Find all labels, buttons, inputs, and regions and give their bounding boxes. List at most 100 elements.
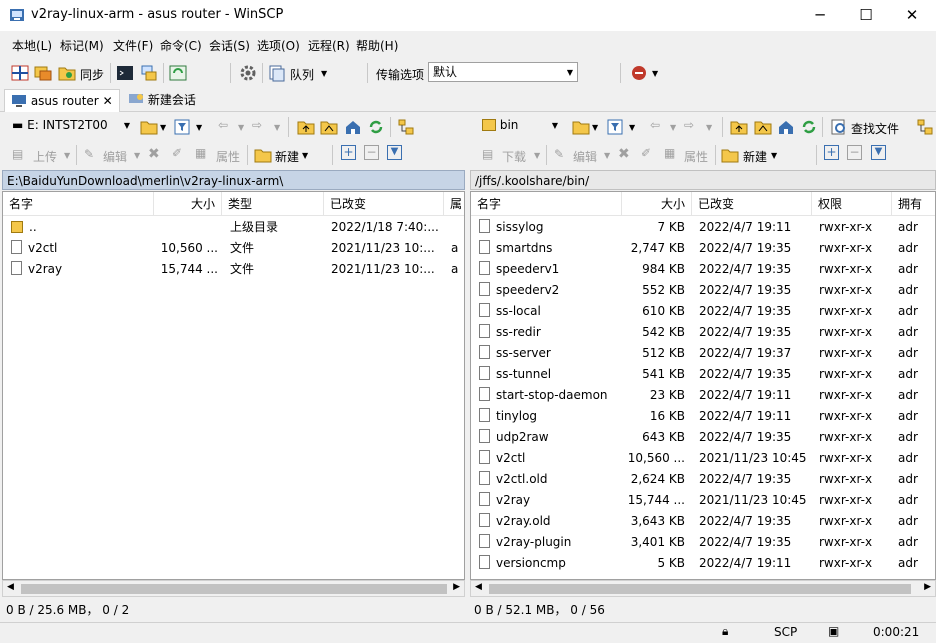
table-row[interactable]: v2ray 15,744 ... 文件 2021/11/23 10:... a	[3, 259, 464, 280]
maximize-button[interactable]: ☐	[843, 0, 889, 31]
sync-folder-icon[interactable]	[57, 63, 77, 83]
chevron-down-icon[interactable]: ▼	[652, 69, 658, 78]
menu-mark[interactable]: 标记(M)	[60, 37, 104, 54]
chevron-down-icon[interactable]: ▼	[238, 123, 244, 132]
unselect-all-icon[interactable]: −	[847, 145, 862, 160]
menu-commands[interactable]: 命令(C)	[160, 37, 202, 54]
sync-label[interactable]: 同步	[80, 66, 104, 83]
home-icon[interactable]	[343, 117, 363, 137]
table-row[interactable]: tinylog 16 KB 2022/4/7 19:11 rwxr-xr-x adr	[471, 406, 935, 427]
col-type[interactable]: 类型	[222, 192, 324, 216]
chevron-down-icon[interactable]: ▼	[604, 151, 610, 160]
close-tab-icon[interactable]: ✕	[103, 94, 113, 108]
root-dir-icon[interactable]	[319, 117, 339, 137]
col-owner[interactable]: 拥有	[892, 192, 935, 216]
filter-icon[interactable]	[605, 117, 625, 137]
table-row[interactable]: v2ctl.old 2,624 KB 2022/4/7 19:35 rwxr-xr-x…	[471, 469, 935, 490]
new-button[interactable]: 新建	[743, 148, 767, 165]
sync-browse-icon[interactable]	[33, 63, 53, 83]
remote-dir-select[interactable]: bin ▼	[478, 116, 562, 136]
compare-dirs-icon[interactable]	[10, 63, 30, 83]
chevron-down-icon[interactable]: ▼	[670, 123, 676, 132]
bookmark-tree-icon[interactable]	[915, 117, 935, 137]
table-row[interactable]: ss-local 610 KB 2022/4/7 19:35 rwxr-xr-x adr	[471, 301, 935, 322]
root-dir-icon[interactable]	[753, 117, 773, 137]
edit-button[interactable]: 编辑	[573, 148, 597, 165]
remote-path-bar[interactable]: /jffs/.koolshare/bin/	[470, 170, 936, 190]
chevron-down-icon[interactable]: ▼	[771, 151, 777, 160]
col-size[interactable]: 大小	[622, 192, 692, 216]
bookmark-tree-icon[interactable]	[396, 117, 416, 137]
open-folder-icon[interactable]	[139, 117, 159, 137]
disconnect-icon[interactable]	[629, 63, 649, 83]
chevron-down-icon[interactable]: ▼	[64, 151, 70, 160]
scrollbar-thumb[interactable]	[21, 584, 447, 594]
table-row[interactable]: versioncmp 5 KB 2022/4/7 19:11 rwxr-xr-x adr	[471, 553, 935, 574]
table-row[interactable]: ss-redir 542 KB 2022/4/7 19:35 rwxr-xr-x adr	[471, 322, 935, 343]
table-row[interactable]: v2ray 15,744 ... 2021/11/23 10:45 rwxr-xr-x…	[471, 490, 935, 511]
refresh-icon[interactable]	[799, 117, 819, 137]
scroll-left-icon[interactable]: ◀	[475, 582, 482, 592]
table-row[interactable]: udp2raw 643 KB 2022/4/7 19:35 rwxr-xr-x adr	[471, 427, 935, 448]
chevron-down-icon[interactable]: ▼	[592, 123, 598, 132]
back-icon[interactable]: ⇦	[218, 118, 228, 132]
remote-file-list[interactable]: 名字 大小 已改变 权限 拥有 sissylog 7 KB 2022/4/7 19:…	[470, 191, 936, 580]
chevron-down-icon[interactable]: ▼	[706, 123, 712, 132]
chevron-down-icon[interactable]: ▼	[160, 123, 166, 132]
filter-icon[interactable]	[172, 117, 192, 137]
new-button[interactable]: 新建	[275, 148, 299, 165]
properties-button[interactable]: 属性	[216, 148, 240, 165]
close-button[interactable]: ✕	[889, 0, 935, 31]
col-permissions[interactable]: 权限	[812, 192, 892, 216]
queue-label[interactable]: 队列	[290, 66, 314, 83]
terminal-icon[interactable]	[115, 63, 135, 83]
table-row[interactable]: speederv2 552 KB 2022/4/7 19:35 rwxr-xr-x ad…	[471, 280, 935, 301]
remote-horizontal-scrollbar[interactable]: ◀ ▶	[470, 580, 936, 597]
table-row[interactable]: v2ray-plugin 3,401 KB 2022/4/7 19:35 rwxr-x…	[471, 532, 935, 553]
tab-asus-router[interactable]: asus router ✕	[4, 89, 120, 112]
local-drive-select[interactable]: ▬ E: INTST2T00 ▼	[8, 116, 134, 136]
minimize-button[interactable]: ─	[797, 0, 843, 31]
menu-help[interactable]: 帮助(H)	[356, 37, 398, 54]
menu-session[interactable]: 会话(S)	[209, 37, 250, 54]
chevron-down-icon[interactable]: ▼	[274, 123, 280, 132]
col-name[interactable]: 名字	[3, 192, 154, 216]
menu-local[interactable]: 本地(L)	[12, 37, 52, 54]
scroll-right-icon[interactable]: ▶	[453, 582, 460, 592]
properties-button[interactable]: 属性	[684, 148, 708, 165]
col-changed[interactable]: 已改变	[692, 192, 812, 216]
home-icon[interactable]	[776, 117, 796, 137]
rename-icon[interactable]: ✐	[641, 146, 651, 160]
find-files-button[interactable]: 查找文件	[851, 120, 899, 137]
table-row[interactable]: start-stop-daemon 23 KB 2022/4/7 19:11 rwxr…	[471, 385, 935, 406]
table-row[interactable]: ss-tunnel 541 KB 2022/4/7 19:35 rwxr-xr-x ad…	[471, 364, 935, 385]
table-row[interactable]: v2ray.old 3,643 KB 2022/4/7 19:35 rwxr-xr-x…	[471, 511, 935, 532]
chevron-down-icon[interactable]: ▼	[196, 123, 202, 132]
table-row[interactable]: sissylog 7 KB 2022/4/7 19:11 rwxr-xr-x adr	[471, 217, 935, 238]
scrollbar-thumb[interactable]	[489, 584, 911, 594]
edit-button[interactable]: 编辑	[103, 148, 127, 165]
gear-icon[interactable]	[238, 63, 258, 83]
select-all-icon[interactable]: +	[341, 145, 356, 160]
refresh-icon[interactable]	[366, 117, 386, 137]
col-attr[interactable]: 属	[444, 192, 464, 216]
col-name[interactable]: 名字	[471, 192, 622, 216]
col-size[interactable]: 大小	[154, 192, 222, 216]
chevron-down-icon[interactable]: ▼	[534, 151, 540, 160]
local-path-bar[interactable]: E:\BaiduYunDownload\merlin\v2ray-linux-a…	[2, 170, 465, 190]
download-button[interactable]: 下载	[502, 148, 526, 165]
upload-button[interactable]: 上传	[33, 148, 57, 165]
queue-icon[interactable]	[267, 63, 287, 83]
table-row[interactable]: ss-server 512 KB 2022/4/7 19:37 rwxr-xr-x ad…	[471, 343, 935, 364]
scroll-right-icon[interactable]: ▶	[924, 582, 931, 592]
putty-icon[interactable]	[139, 63, 159, 83]
unselect-all-icon[interactable]: −	[364, 145, 379, 160]
back-icon[interactable]: ⇦	[650, 118, 660, 132]
local-horizontal-scrollbar[interactable]: ◀ ▶	[2, 580, 465, 597]
rename-icon[interactable]: ✐	[172, 146, 182, 160]
menu-file[interactable]: 文件(F)	[113, 37, 153, 54]
parent-dir-icon[interactable]	[296, 117, 316, 137]
select-all-icon[interactable]: +	[824, 145, 839, 160]
table-row[interactable]: speederv1 984 KB 2022/4/7 19:35 rwxr-xr-x ad…	[471, 259, 935, 280]
local-file-list[interactable]: 名字 大小 类型 已改变 属 .. 上级目录 2022/1/18 7:40:... v…	[2, 191, 465, 580]
